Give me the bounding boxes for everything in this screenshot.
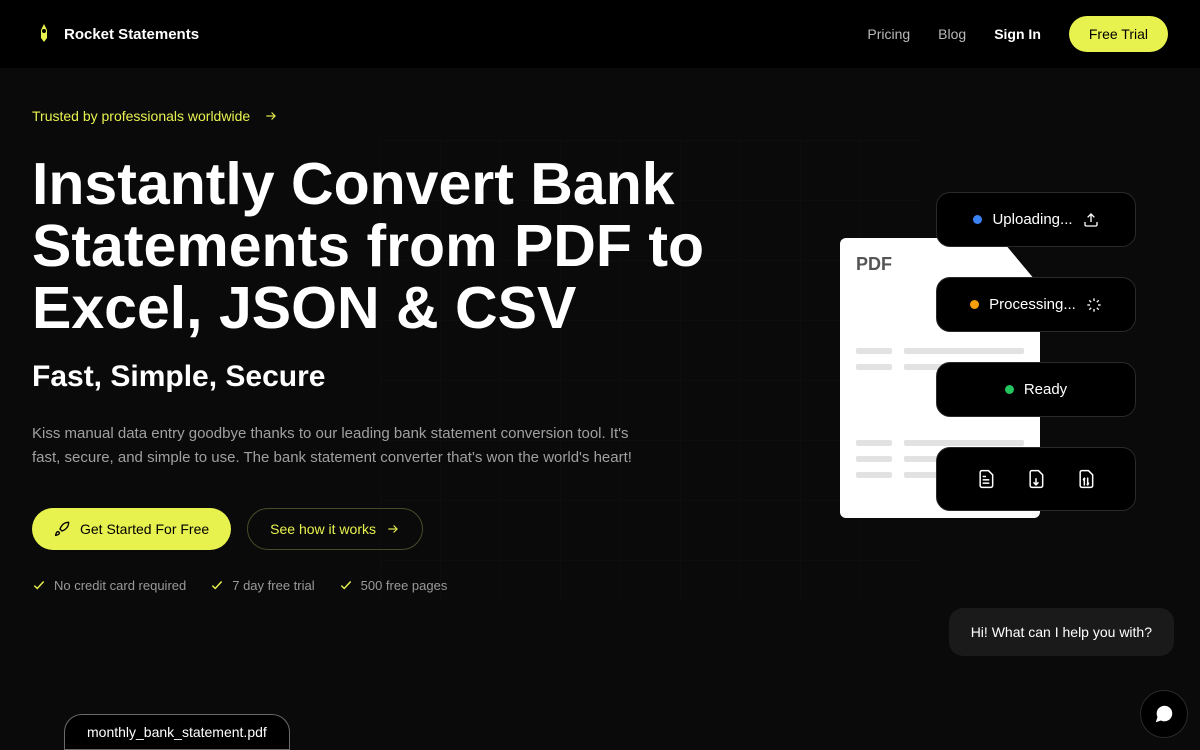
- rocket-icon: [54, 521, 70, 537]
- export-json-icon[interactable]: [1076, 468, 1096, 490]
- feature-list: No credit card required 7 day free trial…: [32, 578, 1168, 593]
- status-ready: Ready: [936, 362, 1136, 417]
- feature-item: No credit card required: [32, 578, 186, 593]
- status-dot-ready: [1005, 385, 1014, 394]
- status-processing: Processing...: [936, 277, 1136, 332]
- feature-text: 500 free pages: [361, 578, 448, 593]
- chat-icon: [1153, 703, 1175, 725]
- check-icon: [32, 578, 46, 592]
- check-icon: [210, 578, 224, 592]
- nav-signin[interactable]: Sign In: [994, 26, 1041, 42]
- status-uploading: Uploading...: [936, 192, 1136, 247]
- see-how-it-works-button[interactable]: See how it works: [247, 508, 423, 550]
- arrow-right-icon: [386, 522, 400, 536]
- export-xlsx-icon[interactable]: [976, 468, 996, 490]
- nav: Pricing Blog Sign In Free Trial: [867, 16, 1168, 52]
- loader-icon: [1086, 297, 1102, 313]
- status-dot-uploading: [973, 215, 982, 224]
- headline: Instantly Convert Bank Statements from P…: [32, 154, 732, 340]
- hero-description: Kiss manual data entry goodbye thanks to…: [32, 422, 632, 470]
- pdf-label: PDF: [856, 254, 892, 275]
- get-started-label: Get Started For Free: [80, 521, 209, 537]
- feature-text: No credit card required: [54, 578, 186, 593]
- trusted-text: Trusted by professionals worldwide: [32, 108, 250, 124]
- hero-section: Trusted by professionals worldwide Insta…: [0, 68, 1200, 633]
- status-ready-label: Ready: [1024, 381, 1067, 398]
- feature-item: 7 day free trial: [210, 578, 314, 593]
- see-how-it-works-label: See how it works: [270, 521, 376, 537]
- header: Rocket Statements Pricing Blog Sign In F…: [0, 0, 1200, 68]
- nav-blog[interactable]: Blog: [938, 26, 966, 42]
- check-icon: [339, 578, 353, 592]
- file-name-pill: monthly_bank_statement.pdf: [64, 714, 290, 750]
- chat-launcher-button[interactable]: [1140, 690, 1188, 738]
- export-csv-icon[interactable]: [1026, 468, 1046, 490]
- free-trial-button[interactable]: Free Trial: [1069, 16, 1168, 52]
- status-dot-processing: [970, 300, 979, 309]
- status-uploading-label: Uploading...: [992, 211, 1072, 228]
- status-processing-label: Processing...: [989, 296, 1076, 313]
- arrow-right-icon: [264, 109, 278, 123]
- export-actions: [936, 447, 1136, 511]
- get-started-button[interactable]: Get Started For Free: [32, 508, 231, 550]
- chat-greeting[interactable]: Hi! What can I help you with?: [949, 608, 1174, 656]
- feature-item: 500 free pages: [339, 578, 448, 593]
- nav-pricing[interactable]: Pricing: [867, 26, 910, 42]
- brand-logo[interactable]: Rocket Statements: [32, 22, 199, 46]
- feature-text: 7 day free trial: [232, 578, 314, 593]
- trusted-badge[interactable]: Trusted by professionals worldwide: [32, 108, 1168, 124]
- upload-icon: [1083, 212, 1099, 228]
- rocket-logo-icon: [32, 22, 56, 46]
- brand-name: Rocket Statements: [64, 26, 199, 43]
- status-pills: Uploading... Processing... Ready: [936, 192, 1136, 511]
